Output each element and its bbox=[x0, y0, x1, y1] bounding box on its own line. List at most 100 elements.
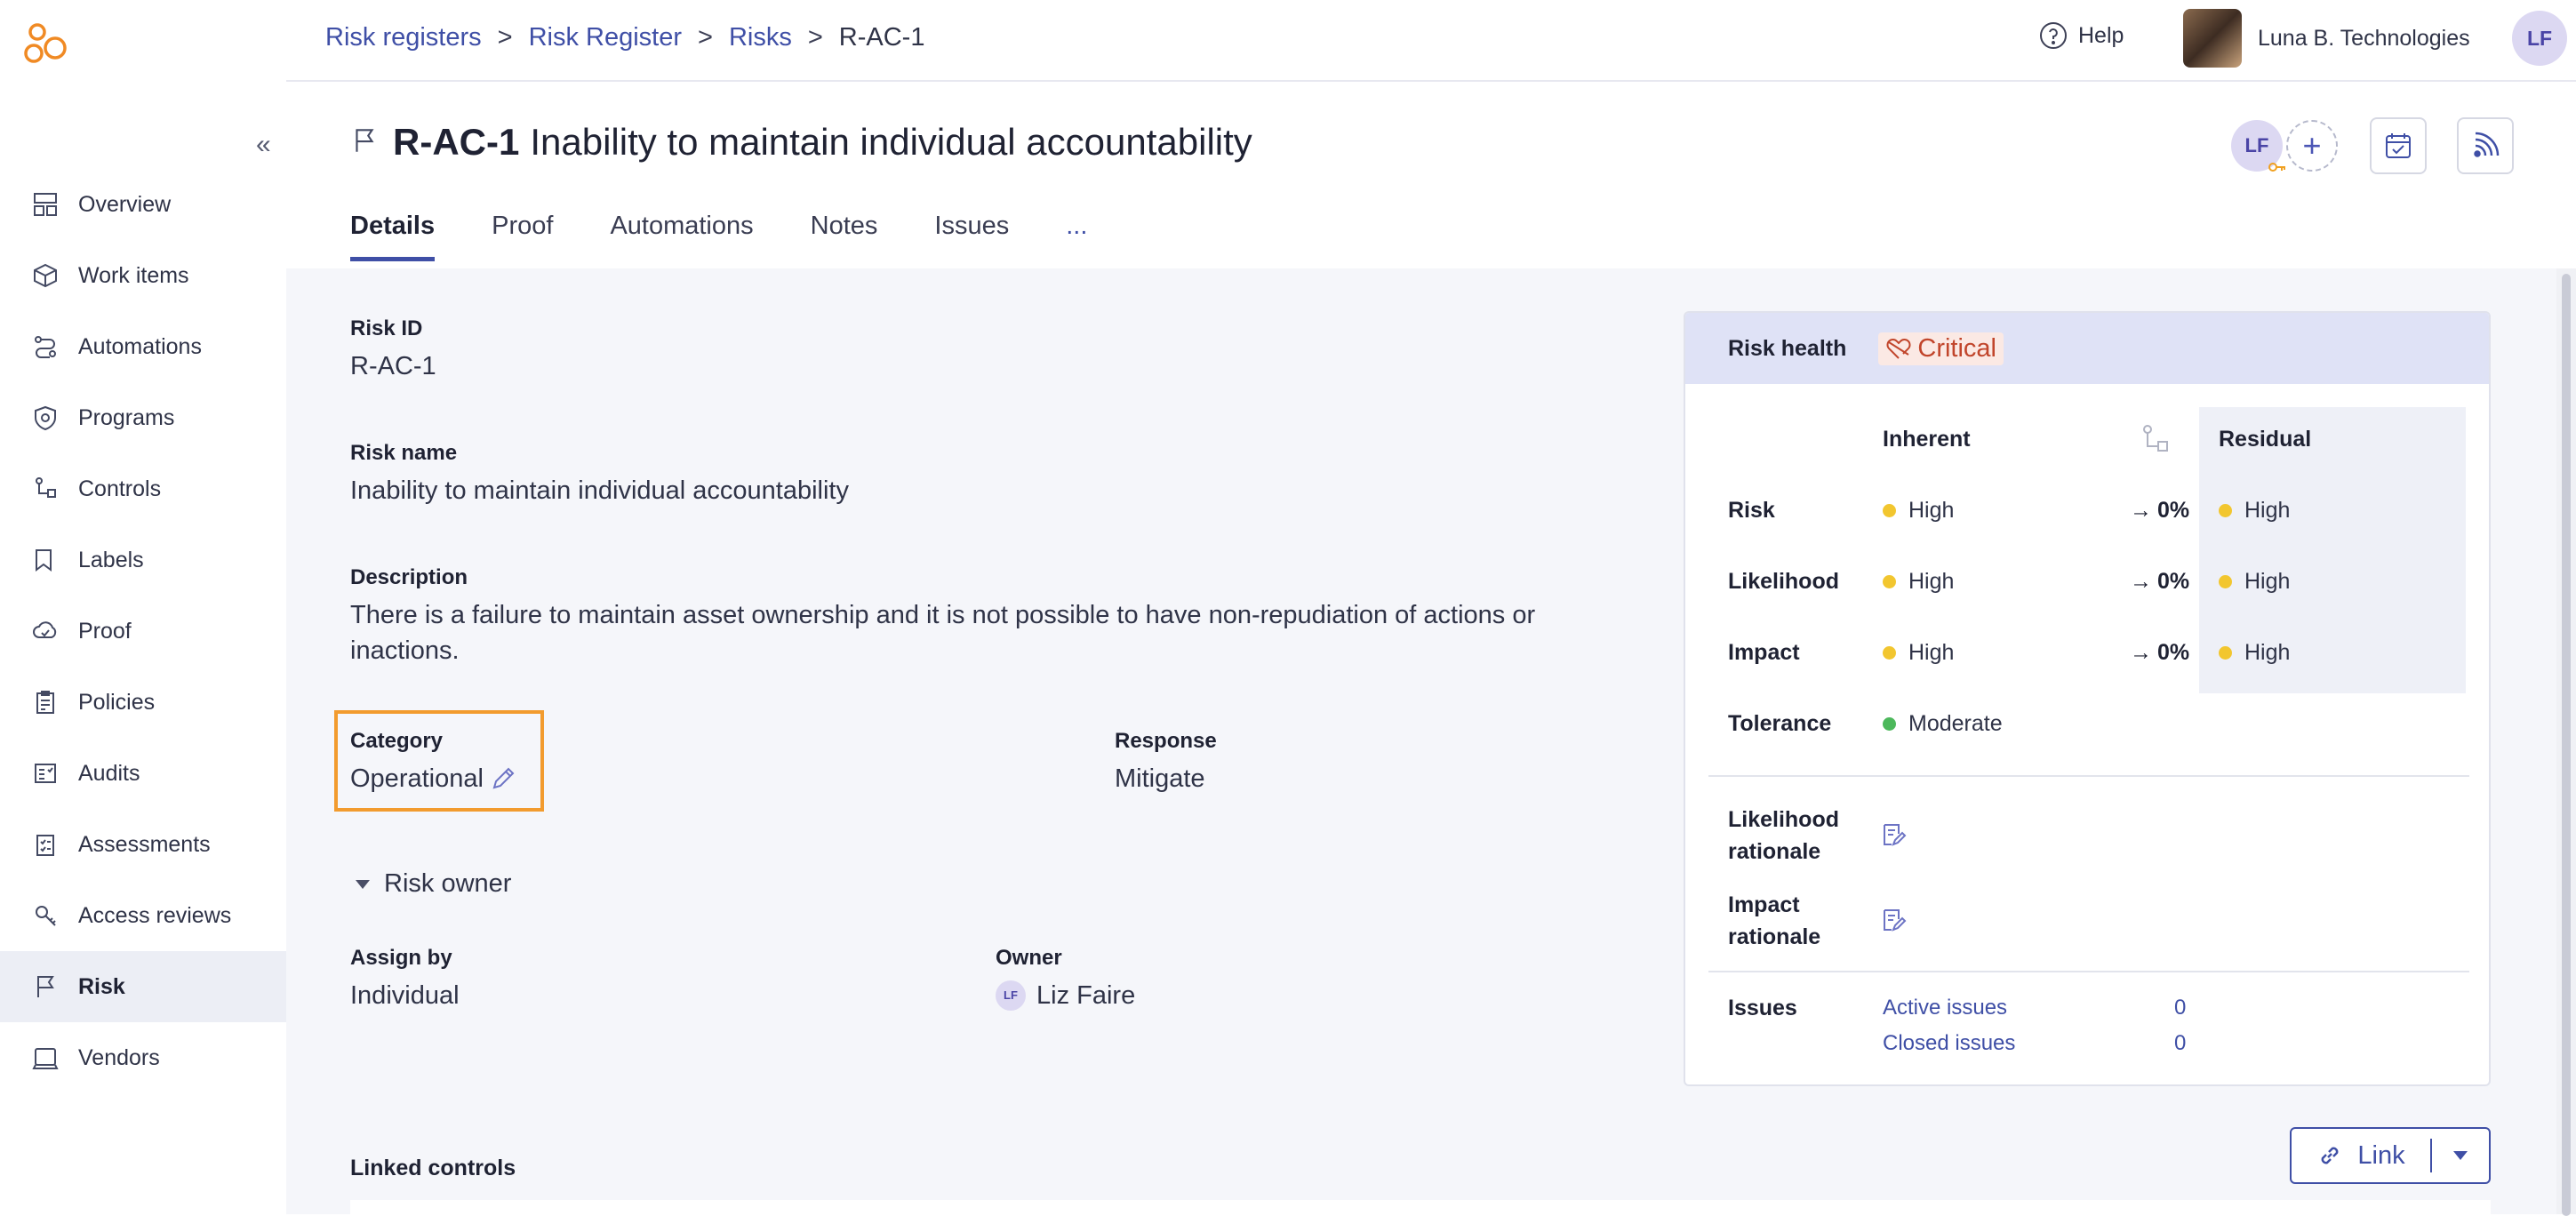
description-field: Description There is a failure to mainta… bbox=[350, 565, 1595, 668]
closed-issues-count[interactable]: 0 bbox=[2174, 1031, 2186, 1056]
sidebar-item-label: Audits bbox=[78, 760, 140, 786]
tab-issues[interactable]: Issues bbox=[934, 212, 1009, 261]
assign-by-field: Assign by Individual bbox=[350, 946, 460, 1013]
residual-impact: High bbox=[2219, 640, 2290, 666]
breadcrumb-risks[interactable]: Risks bbox=[729, 23, 792, 52]
sidebar-item-risk[interactable]: Risk bbox=[0, 951, 286, 1022]
vendors-icon bbox=[30, 1043, 60, 1073]
sidebar-item-label: Policies bbox=[78, 689, 156, 715]
org-switcher[interactable]: Luna B. Technologies bbox=[2183, 9, 2470, 68]
labels-icon bbox=[30, 545, 60, 575]
field-label: Category bbox=[350, 729, 444, 753]
scrollbar-thumb[interactable] bbox=[2562, 274, 2571, 1216]
edit-pencil-icon[interactable] bbox=[489, 764, 517, 793]
active-issues-count[interactable]: 0 bbox=[2174, 996, 2186, 1020]
note-edit-icon[interactable] bbox=[1879, 907, 1908, 935]
value: High bbox=[2244, 640, 2291, 665]
row-label-impact: Impact bbox=[1728, 640, 1800, 665]
sidebar-item-label: Work items bbox=[78, 262, 189, 288]
sidebar-item-proof[interactable]: Proof bbox=[0, 596, 286, 667]
note-edit-icon[interactable] bbox=[1879, 821, 1908, 850]
high-dot bbox=[2219, 504, 2232, 517]
org-avatar bbox=[2183, 9, 2242, 68]
link-label: Link bbox=[2357, 1140, 2405, 1170]
sidebar-item-policies[interactable]: Policies bbox=[0, 667, 286, 738]
flag-icon bbox=[350, 121, 379, 164]
arrow-right-icon: → bbox=[2130, 569, 2152, 594]
caret-down-icon bbox=[2453, 1151, 2468, 1160]
field-value: Individual bbox=[350, 981, 460, 1010]
proof-icon bbox=[30, 616, 60, 646]
sidebar-item-access-reviews[interactable]: Access reviews bbox=[0, 880, 286, 951]
risk-flag-icon bbox=[30, 972, 60, 1002]
page-header: R-AC-1 Inability to maintain individual … bbox=[286, 82, 2576, 268]
sidebar-item-programs[interactable]: Programs bbox=[0, 382, 286, 453]
tab-proof[interactable]: Proof bbox=[492, 212, 553, 261]
sidebar-item-assessments[interactable]: Assessments bbox=[0, 809, 286, 880]
field-value: R-AC-1 bbox=[350, 352, 436, 380]
risk-health-title: Risk health bbox=[1728, 335, 1847, 361]
tab-automations[interactable]: Automations bbox=[610, 212, 753, 261]
high-dot bbox=[1883, 504, 1896, 517]
add-assignee-button[interactable]: + bbox=[2286, 120, 2338, 172]
likelihood-rationale-label: Likelihood rationale bbox=[1728, 807, 1839, 864]
feed-button[interactable] bbox=[2457, 117, 2514, 174]
active-issues-link[interactable]: Active issues bbox=[1883, 996, 2007, 1020]
breadcrumb-current: R-AC-1 bbox=[838, 23, 925, 52]
likelihood-change: → 0% bbox=[2130, 569, 2189, 595]
collapse-sidebar-button[interactable]: « bbox=[256, 132, 271, 158]
sidebar-item-controls[interactable]: Controls bbox=[0, 453, 286, 524]
sidebar-item-overview[interactable]: Overview bbox=[0, 169, 286, 240]
tab-notes[interactable]: Notes bbox=[811, 212, 878, 261]
field-label: Assign by bbox=[350, 946, 452, 970]
tab-details[interactable]: Details bbox=[350, 212, 436, 261]
sidebar-item-vendors[interactable]: Vendors bbox=[0, 1022, 286, 1093]
calendar-task-button[interactable] bbox=[2370, 117, 2427, 174]
tab-more[interactable]: ... bbox=[1066, 212, 1087, 261]
scrollbar[interactable] bbox=[2556, 268, 2576, 1216]
owner-name: Liz Faire bbox=[1036, 981, 1136, 1010]
access-reviews-icon bbox=[30, 900, 60, 931]
assignee-initials: LF bbox=[2244, 134, 2269, 156]
value: High bbox=[1908, 498, 1955, 523]
rss-feed-icon bbox=[2474, 132, 2500, 157]
link-button[interactable]: Link bbox=[2292, 1139, 2432, 1172]
sidebar-item-labels[interactable]: Labels bbox=[0, 524, 286, 596]
help-icon bbox=[2040, 22, 2067, 49]
sidebar-item-audits[interactable]: Audits bbox=[0, 738, 286, 809]
caret-down-icon bbox=[356, 879, 370, 889]
sidebar-item-work-items[interactable]: Work items bbox=[0, 240, 286, 311]
sidebar-item-label: Risk bbox=[78, 973, 125, 999]
calendar-check-icon bbox=[2386, 133, 2411, 158]
assignee-avatar[interactable]: LF bbox=[2231, 120, 2285, 172]
residual-risk: High bbox=[2219, 498, 2290, 524]
owner-value[interactable]: LF Liz Faire bbox=[996, 978, 1135, 1013]
breadcrumb-risk-registers[interactable]: Risk registers bbox=[325, 23, 482, 52]
help-label: Help bbox=[2078, 22, 2124, 48]
row-label-likelihood: Likelihood bbox=[1728, 569, 1839, 594]
impact-rationale-label: Impact rationale bbox=[1728, 892, 1821, 949]
org-name: Luna B. Technologies bbox=[2258, 25, 2470, 51]
help-button[interactable]: Help bbox=[2039, 21, 2124, 50]
sidebar-item-label: Overview bbox=[78, 191, 172, 217]
link-dropdown-button[interactable] bbox=[2432, 1149, 2489, 1162]
category-value[interactable]: Operational bbox=[350, 761, 517, 796]
high-dot bbox=[1883, 646, 1896, 660]
response-field: Response Mitigate bbox=[1115, 729, 1217, 796]
risk-health-card: Risk health Critical Inherent Residual R… bbox=[1684, 311, 2491, 1086]
breadcrumb: Risk registers > Risk Register > Risks >… bbox=[325, 23, 924, 52]
user-avatar[interactable]: LF bbox=[2512, 11, 2567, 66]
controls-icon bbox=[30, 474, 60, 504]
high-dot bbox=[2219, 575, 2232, 588]
risk-owner-toggle[interactable]: Risk owner bbox=[354, 869, 511, 899]
category-field[interactable]: Category Operational bbox=[350, 729, 517, 796]
app-logo-icon[interactable] bbox=[23, 21, 69, 68]
breadcrumb-separator: > bbox=[497, 23, 513, 52]
impact-change: → 0% bbox=[2130, 640, 2189, 666]
high-dot bbox=[1883, 575, 1896, 588]
closed-issues-link[interactable]: Closed issues bbox=[1883, 1031, 2015, 1056]
breadcrumb-risk-register[interactable]: Risk Register bbox=[529, 23, 682, 52]
hierarchy-icon bbox=[2143, 425, 2168, 452]
sidebar-item-automations[interactable]: Automations bbox=[0, 311, 286, 382]
policies-icon bbox=[30, 687, 60, 717]
